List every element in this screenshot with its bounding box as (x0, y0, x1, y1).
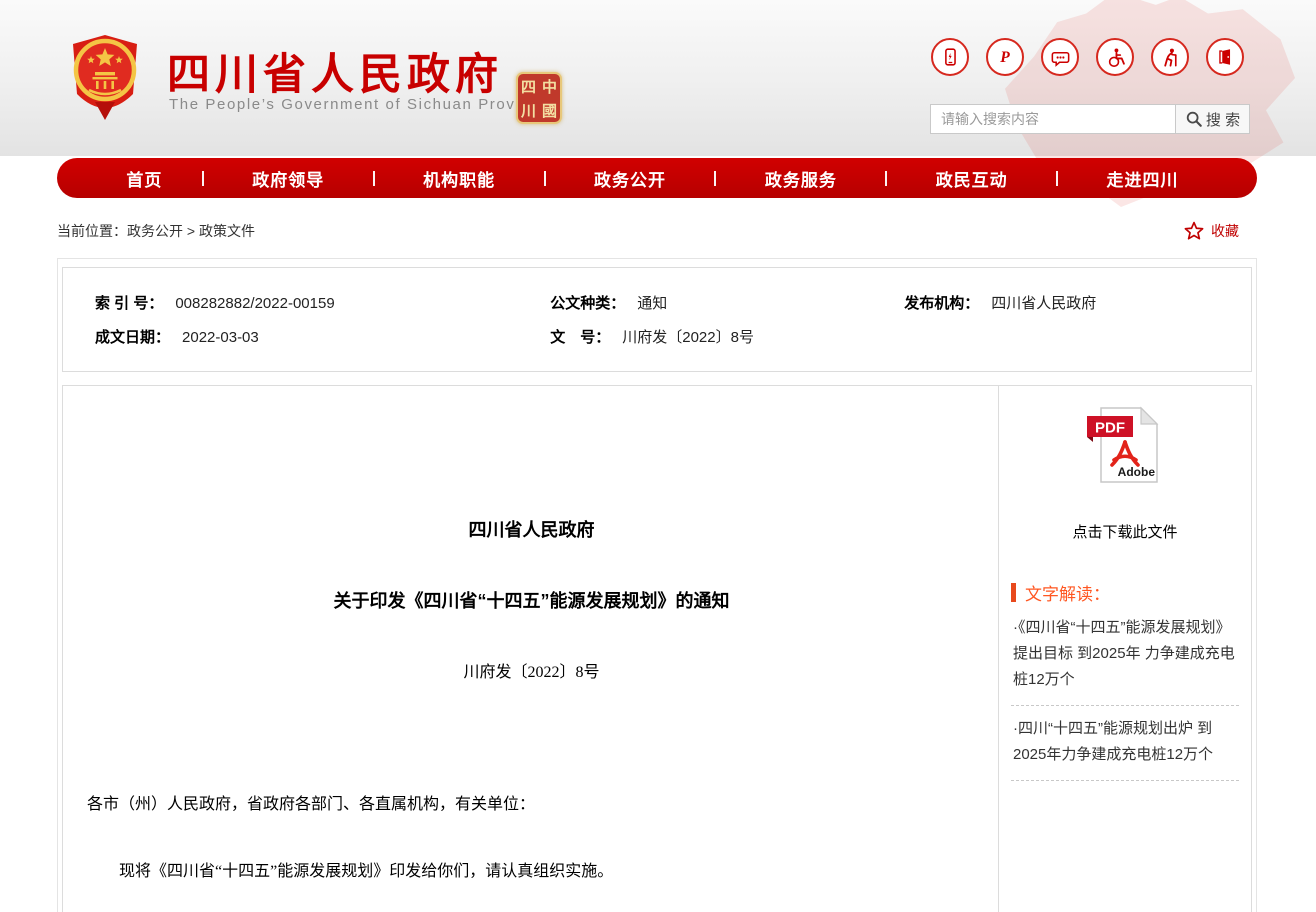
message-icon[interactable] (1041, 38, 1079, 76)
document-org-line: 四川省人民政府 (87, 516, 976, 542)
interpretation-link[interactable]: ·《四川省“十四五”能源发展规划》提出目标 到2025年 力争建成充电桩12万个 (1011, 605, 1239, 706)
meta-field-date: 成文日期： 2022-03-03 (95, 326, 550, 347)
senior-mode-icon[interactable] (1151, 38, 1189, 76)
seal-char: 國 (539, 98, 560, 122)
star-icon (1183, 220, 1205, 242)
meta-value: 川府发〔2022〕8号 (622, 326, 754, 347)
favorite-label: 收藏 (1211, 221, 1239, 241)
meta-label: 发布机构： (904, 292, 979, 313)
nav-item-about-sichuan[interactable]: 走进四川 (1058, 166, 1227, 191)
meta-field-doc-number: 文 号： 川府发〔2022〕8号 (550, 326, 904, 347)
china-sichuan-seal: 四 中 川 國 (516, 72, 562, 124)
pdf-file-icon: PDF Adobe (1083, 404, 1167, 486)
meta-label: 文 号： (550, 326, 610, 347)
nav-item-disclosure[interactable]: 政务公开 (546, 166, 715, 191)
national-emblem-logo (65, 32, 145, 124)
pinterest-icon[interactable]: P (986, 38, 1024, 76)
document-main-box: 四川省人民政府 关于印发《四川省“十四五”能源发展规划》的通知 川府发〔2022… (62, 385, 1252, 912)
seal-char: 四 (518, 74, 539, 98)
document-meta-box: 索 引 号： 008282882/2022-00159 公文种类： 通知 发布机… (62, 267, 1252, 372)
seal-char: 川 (518, 98, 539, 122)
meta-field-publisher: 发布机构： 四川省人民政府 (904, 292, 1219, 313)
breadcrumb-item-policy-docs[interactable]: 政策文件 (199, 223, 255, 239)
meta-label: 公文种类： (550, 292, 625, 313)
page: 四川省人民政府 The People’s Government of Sichu… (0, 0, 1316, 912)
interpretation-header: 文字解读： (1011, 580, 1239, 605)
search-input[interactable] (931, 105, 1175, 133)
main-nav: 首页 政府领导 机构职能 政务公开 政务服务 政民互动 走进四川 (57, 158, 1257, 198)
meta-row: 成文日期： 2022-03-03 文 号： 川府发〔2022〕8号 (95, 326, 1219, 347)
nav-item-leaders[interactable]: 政府领导 (204, 166, 373, 191)
site-title: 四川省人民政府 (167, 40, 503, 102)
meta-value: 四川省人民政府 (991, 292, 1096, 313)
breadcrumb-item-disclosure[interactable]: 政务公开 (127, 223, 183, 239)
nav-item-services[interactable]: 政务服务 (716, 166, 885, 191)
breadcrumb-row: 当前位置：政务公开 > 政策文件 收藏 (57, 216, 1257, 246)
document-body: 四川省人民政府 关于印发《四川省“十四五”能源发展规划》的通知 川府发〔2022… (63, 386, 1000, 912)
adobe-brand-text: Adobe (1118, 465, 1156, 479)
quick-icon-row: P (931, 38, 1244, 76)
interpretation-link[interactable]: ·四川“十四五”能源规划出炉 到2025年力争建成充电桩12万个 (1011, 706, 1239, 781)
document-paragraph: 各市（州）人民政府，省政府各部门、各直属机构，有关单位： (87, 790, 976, 814)
nav-item-home[interactable]: 首页 (87, 166, 202, 191)
meta-field-index-no: 索 引 号： 008282882/2022-00159 (95, 292, 550, 313)
pdf-badge-text: PDF (1095, 420, 1125, 437)
search-button[interactable]: 搜 索 (1175, 105, 1249, 133)
breadcrumb-prefix: 当前位置： (57, 223, 127, 239)
meta-value: 2022-03-03 (182, 329, 259, 346)
header-inner: 四川省人民政府 The People’s Government of Sichu… (57, 0, 1257, 156)
interpretation-title: 文字解读： (1025, 580, 1110, 605)
seal-char: 中 (539, 74, 560, 98)
meta-value: 通知 (637, 292, 667, 313)
breadcrumb: 当前位置：政务公开 > 政策文件 (57, 221, 255, 241)
meta-label: 索 引 号： (95, 292, 163, 313)
accessibility-icon[interactable] (1096, 38, 1134, 76)
search-icon (1185, 110, 1203, 128)
meta-field-doc-type: 公文种类： 通知 (550, 292, 904, 313)
search-bar: 搜 索 (930, 104, 1250, 134)
search-button-label: 搜 索 (1206, 109, 1240, 130)
document-number-line: 川府发〔2022〕8号 (87, 658, 976, 682)
svg-text:P: P (1000, 49, 1010, 66)
exit-door-icon[interactable] (1206, 38, 1244, 76)
mobile-icon[interactable] (931, 38, 969, 76)
meta-label: 成文日期： (95, 326, 170, 347)
document-title: 关于印发《四川省“十四五”能源发展规划》的通知 (87, 587, 976, 613)
nav-item-functions[interactable]: 机构职能 (375, 166, 544, 191)
favorite-button[interactable]: 收藏 (1183, 220, 1239, 242)
document-paragraph: 现将《四川省“十四五”能源发展规划》印发给你们，请认真组织实施。 (87, 857, 976, 881)
meta-row: 索 引 号： 008282882/2022-00159 公文种类： 通知 发布机… (95, 292, 1219, 313)
pdf-download[interactable]: PDF Adobe (1011, 404, 1239, 491)
meta-value: 008282882/2022-00159 (175, 295, 334, 312)
breadcrumb-separator: > (187, 223, 195, 239)
document-sidebar: PDF Adobe 点击下载此文件 文字解读： ·《四川省“十四五”能源发展规划… (998, 386, 1251, 912)
nav-item-interaction[interactable]: 政民互动 (887, 166, 1056, 191)
download-file-link[interactable]: 点击下载此文件 (1011, 521, 1239, 542)
header: 四川省人民政府 The People’s Government of Sichu… (0, 0, 1316, 156)
section-accent-bar (1011, 583, 1016, 602)
site-subtitle: The People’s Government of Sichuan Provi… (169, 96, 549, 113)
